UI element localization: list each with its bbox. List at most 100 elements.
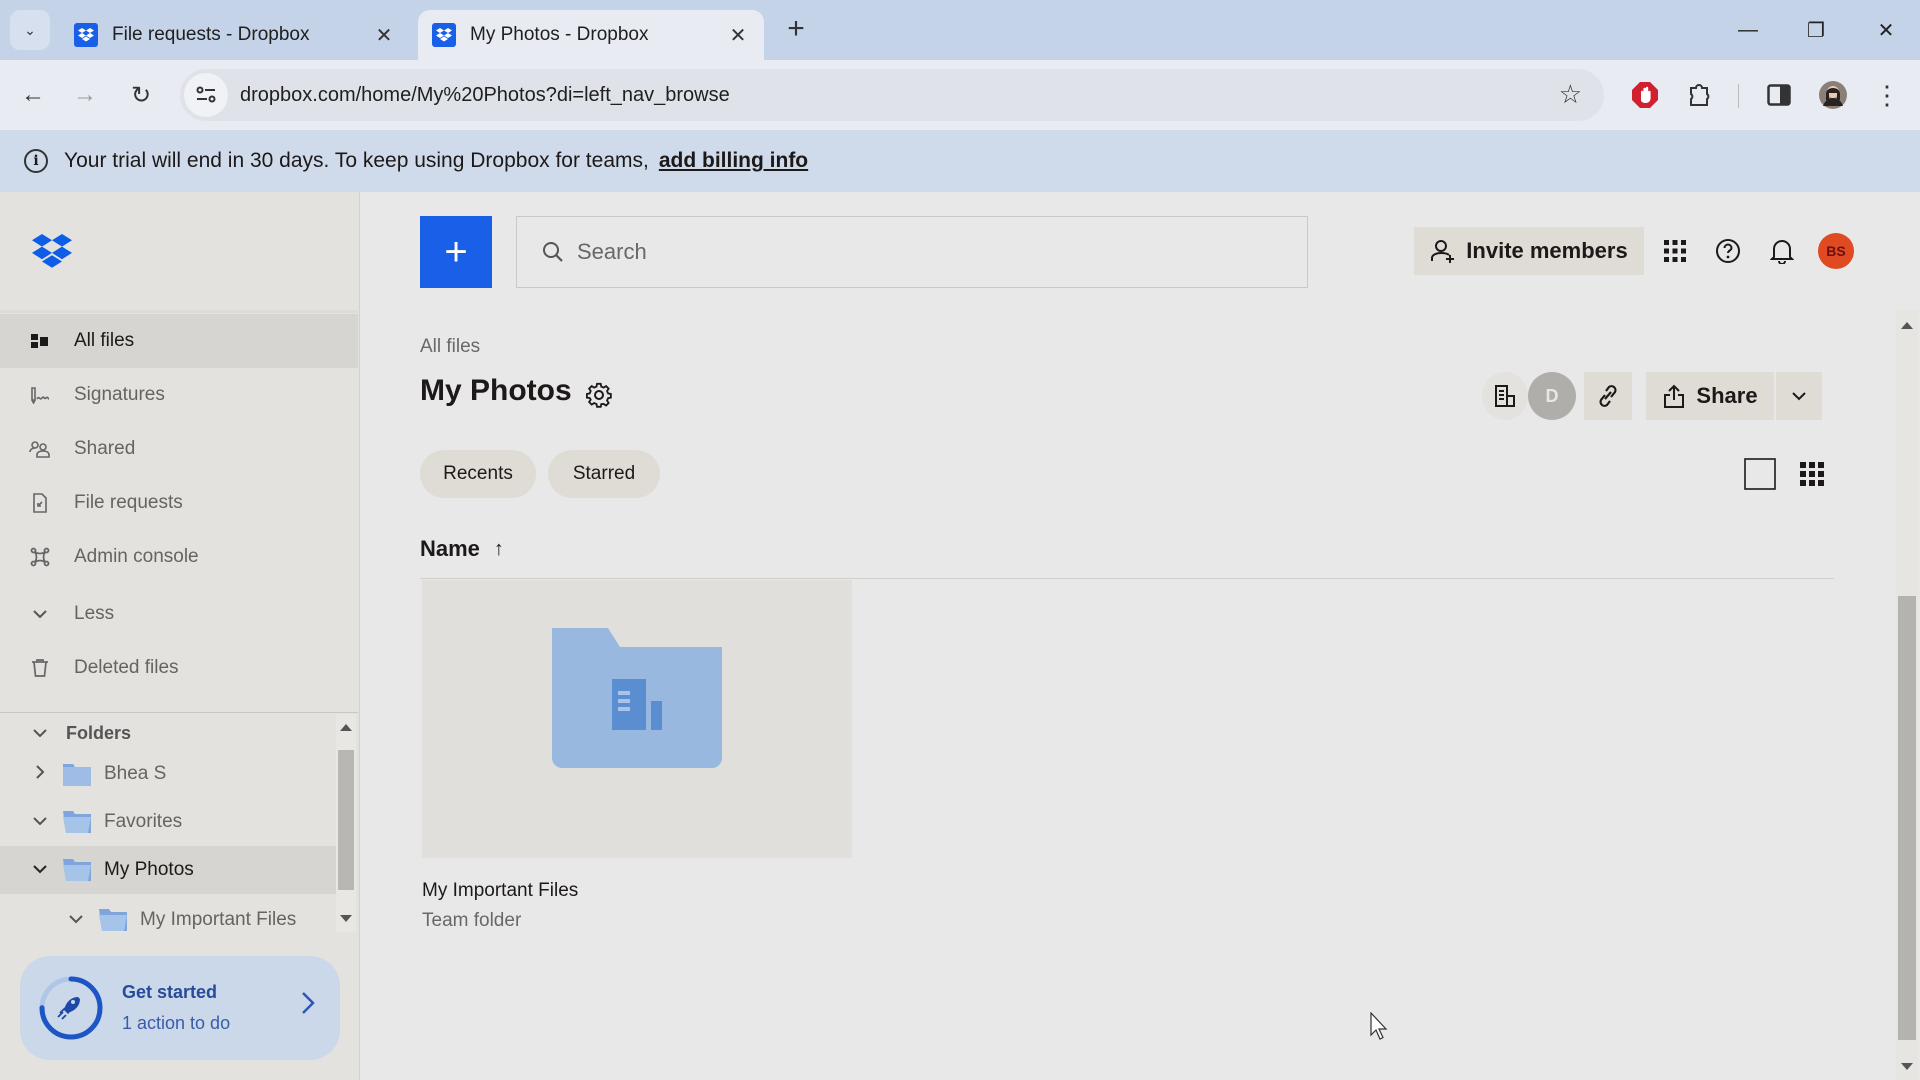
admin-console-icon	[28, 545, 52, 569]
sidebar-item-less[interactable]: Less	[0, 587, 358, 641]
sort-ascending-icon: ↑	[493, 537, 504, 560]
main-scrollbar[interactable]	[1896, 310, 1918, 1080]
folder-open-icon	[99, 909, 127, 931]
get-started-card[interactable]: Get started 1 action to do	[20, 956, 340, 1060]
app-grid-button[interactable]	[1656, 232, 1694, 270]
share-button[interactable]: Share	[1646, 372, 1774, 420]
close-tab-icon[interactable]: ✕	[726, 23, 750, 48]
sidebar-item-label: Admin console	[74, 546, 199, 567]
get-started-title: Get started	[122, 982, 218, 1002]
profile-avatar-icon	[1819, 81, 1847, 109]
close-tab-icon[interactable]: ✕	[372, 23, 396, 48]
address-bar[interactable]: dropbox.com/home/My%20Photos?di=left_nav…	[180, 69, 1604, 121]
column-header-name: Name	[420, 536, 480, 561]
sidebar-item-admin-console[interactable]: Admin console	[0, 530, 358, 584]
chevron-down-icon: ⌄	[24, 21, 36, 38]
breadcrumb-all-files[interactable]: All files	[420, 336, 480, 358]
back-button[interactable]: ←	[14, 76, 52, 114]
dropbox-logo[interactable]	[32, 234, 76, 274]
scroll-down-arrow-icon[interactable]	[1901, 1063, 1913, 1070]
reload-button[interactable]: ↻	[122, 76, 160, 114]
scrollbar-thumb[interactable]	[338, 750, 354, 890]
member-avatar-d[interactable]: D	[1528, 372, 1576, 420]
folders-section-toggle[interactable]: Folders	[0, 712, 340, 754]
sidebar-item-deleted-files[interactable]: Deleted files	[0, 641, 358, 695]
gear-icon[interactable]	[586, 382, 612, 408]
chevron-down-icon	[28, 728, 52, 738]
restore-icon: ❐	[1807, 19, 1825, 42]
chevron-down-icon	[1792, 392, 1806, 401]
chevron-right-icon	[300, 990, 316, 1024]
adblock-extension-button[interactable]	[1626, 76, 1664, 114]
folder-tree-item-my-photos[interactable]: My Photos	[0, 846, 336, 894]
browser-menu-button[interactable]: ⋮	[1868, 76, 1906, 114]
folder-tree-item-my-important-files[interactable]: My Important Files	[0, 896, 336, 944]
sidebar: All files Signatures Shared File request…	[0, 192, 360, 1080]
chevron-down-icon[interactable]	[30, 813, 50, 831]
star-icon[interactable]: ☆	[1559, 81, 1582, 107]
restore-button[interactable]: ❐	[1796, 12, 1836, 48]
invite-members-label: Invite members	[1466, 238, 1628, 263]
add-billing-info-link[interactable]: add billing info	[659, 149, 808, 173]
trash-icon	[28, 656, 52, 680]
chevron-right-icon[interactable]	[30, 764, 50, 785]
folder-tree-scrollbar[interactable]	[336, 714, 356, 932]
browser-toolbar: ← → ↻ dropbox.com/home/My%20Photos?di=le…	[0, 60, 1920, 130]
create-button[interactable]: +	[420, 216, 492, 288]
get-started-subtitle: 1 action to do	[122, 1013, 231, 1033]
sidebar-item-signatures[interactable]: Signatures	[0, 368, 358, 422]
copy-link-button[interactable]	[1584, 372, 1632, 420]
account-avatar[interactable]: BS	[1818, 233, 1854, 269]
close-window-button[interactable]: ✕	[1866, 12, 1906, 48]
filter-chip-starred[interactable]: Starred	[548, 450, 660, 498]
folder-tree-item-bhea-s[interactable]: Bhea S	[0, 750, 336, 798]
sidebar-item-shared[interactable]: Shared	[0, 422, 358, 476]
extensions-button[interactable]	[1680, 76, 1718, 114]
list-view-icon[interactable]	[1744, 458, 1776, 490]
site-info-icon[interactable]	[184, 73, 228, 117]
folder-open-icon	[63, 859, 91, 881]
minimize-button[interactable]: —	[1728, 12, 1768, 48]
sort-by-name-header[interactable]: Name ↑	[420, 536, 504, 562]
forward-button[interactable]: →	[66, 76, 104, 114]
dropbox-favicon-icon	[432, 23, 456, 47]
grid-view-icon[interactable]	[1796, 458, 1828, 490]
invite-members-button[interactable]: Invite members	[1414, 227, 1644, 275]
arrow-left-icon: ←	[21, 81, 45, 108]
scrollbar-thumb[interactable]	[1898, 596, 1916, 1040]
team-folder-icon	[552, 628, 722, 768]
scroll-down-arrow-icon[interactable]	[340, 915, 352, 922]
notifications-button[interactable]	[1763, 232, 1801, 270]
app-grid-icon	[1664, 240, 1686, 262]
new-tab-button[interactable]: +	[780, 14, 812, 46]
sidebar-item-file-requests[interactable]: File requests	[0, 476, 358, 530]
tab-search-button[interactable]: ⌄	[10, 10, 50, 50]
team-folder-members-button[interactable]	[1482, 372, 1528, 420]
search-input[interactable]	[577, 239, 1277, 265]
search-box[interactable]	[516, 216, 1308, 288]
chevron-down-icon[interactable]	[30, 861, 50, 879]
kebab-icon: ⋮	[1874, 79, 1900, 110]
profile-avatar-button[interactable]	[1814, 76, 1852, 114]
folder-tree-label: Favorites	[104, 811, 183, 832]
chevron-down-icon	[28, 602, 52, 626]
file-name[interactable]: My Important Files	[422, 880, 578, 902]
folder-tree-item-favorites[interactable]: Favorites	[0, 798, 336, 846]
share-options-button[interactable]	[1776, 372, 1822, 420]
scroll-up-arrow-icon[interactable]	[1901, 322, 1913, 329]
file-tile-my-important-files[interactable]	[422, 580, 852, 858]
sidebar-item-label: Less	[74, 603, 115, 624]
bell-icon	[1770, 240, 1794, 264]
chevron-down-icon[interactable]	[66, 911, 86, 929]
tab-title: File requests - Dropbox	[112, 24, 310, 45]
side-panel-button[interactable]	[1760, 76, 1798, 114]
plus-icon: +	[787, 12, 805, 45]
sidebar-item-all-files[interactable]: All files	[0, 314, 358, 368]
browser-tab-file-requests[interactable]: File requests - Dropbox ✕	[60, 10, 410, 60]
file-subtitle: Team folder	[422, 910, 522, 931]
filter-chip-recents[interactable]: Recents	[420, 450, 536, 498]
scroll-up-arrow-icon[interactable]	[340, 724, 352, 731]
help-icon	[1716, 239, 1740, 263]
browser-tab-my-photos[interactable]: My Photos - Dropbox ✕	[418, 10, 764, 60]
help-button[interactable]	[1709, 232, 1747, 270]
